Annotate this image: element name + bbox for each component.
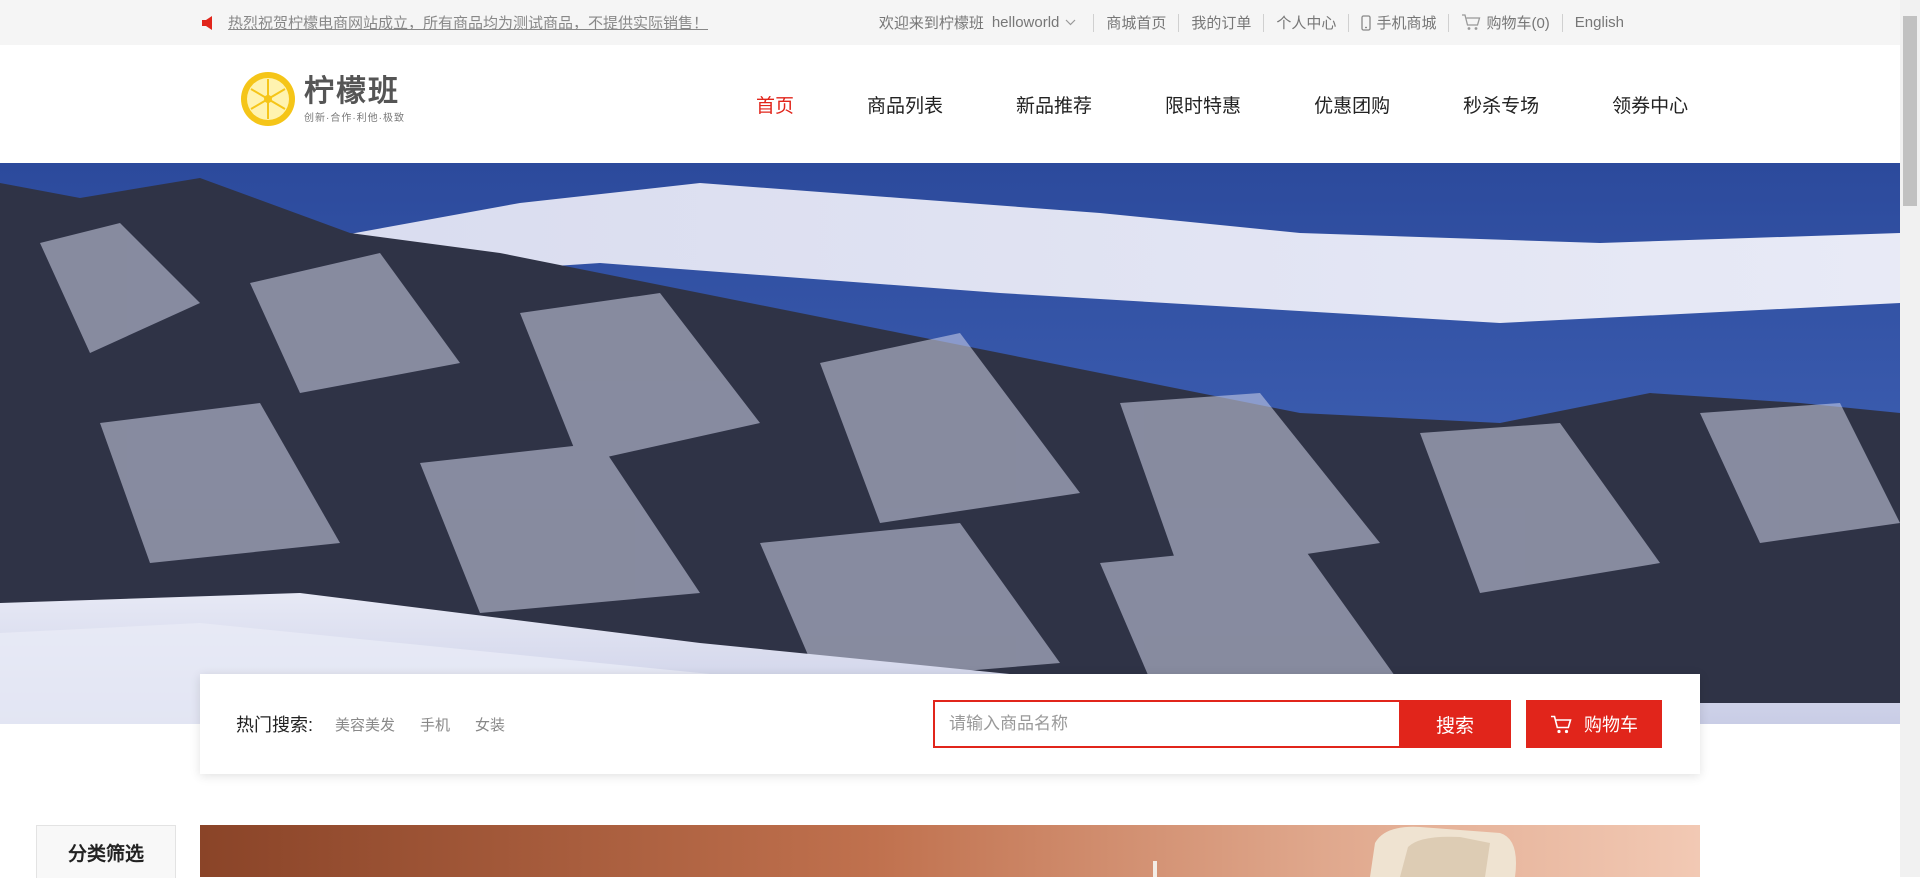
phone-icon: [1361, 14, 1372, 31]
top-link-english[interactable]: English: [1561, 13, 1636, 32]
notice: 热烈祝贺柠檬电商网站成立，所有商品均为测试商品，不提供实际销售！: [200, 0, 708, 45]
top-link-mobile-label: 手机商城: [1376, 15, 1437, 32]
nav-item-seckill[interactable]: 秒杀专场: [1463, 91, 1539, 118]
nav-item-product-list[interactable]: 商品列表: [867, 91, 943, 118]
hot-keyword[interactable]: 手机: [420, 714, 450, 735]
header: 柠檬班 创新·合作·利他·极致 首页 商品列表 新品推荐 限时特惠 优惠团购 秒…: [0, 45, 1900, 163]
nav-item-home[interactable]: 首页: [756, 91, 794, 118]
top-link-mobile[interactable]: 手机商城: [1348, 13, 1448, 32]
username[interactable]: helloworld: [992, 14, 1060, 31]
welcome-user[interactable]: 欢迎来到柠檬班 helloworld: [867, 14, 1094, 32]
logo-name: 柠檬班: [304, 74, 400, 108]
cart-icon: [1462, 14, 1481, 30]
top-link-profile[interactable]: 个人中心: [1263, 13, 1348, 32]
top-link-english-label: English: [1574, 14, 1624, 31]
top-link-home-label: 商城首页: [1106, 15, 1167, 32]
speaker-icon: [202, 15, 212, 30]
search-button[interactable]: 搜索: [1399, 700, 1511, 748]
top-link-cart[interactable]: 购物车(0): [1448, 13, 1561, 32]
category-filter[interactable]: 分类筛选: [36, 825, 176, 878]
top-link-orders[interactable]: 我的订单: [1178, 13, 1263, 32]
nav-item-new-products[interactable]: 新品推荐: [1016, 91, 1092, 118]
top-link-home[interactable]: 商城首页: [1093, 13, 1178, 32]
top-links: 欢迎来到柠檬班 helloworld 商城首页 我的订单 个人中心 手机商城 购…: [867, 0, 1636, 45]
banner-image: [0, 163, 1900, 724]
cart-button[interactable]: 购物车: [1526, 700, 1662, 748]
lemon-logo-icon: [241, 72, 295, 126]
hot-search: 热门搜索: 美容美发 手机 女装: [236, 674, 530, 774]
notice-link[interactable]: 热烈祝贺柠檬电商网站成立，所有商品均为测试商品，不提供实际销售！: [228, 12, 708, 33]
nav-item-flash-deals[interactable]: 限时特惠: [1165, 91, 1241, 118]
main-nav: 首页 商品列表 新品推荐 限时特惠 优惠团购 秒杀专场 领券中心: [756, 45, 1688, 163]
promo-banner[interactable]: [200, 825, 1700, 877]
hero-banner[interactable]: [0, 163, 1900, 724]
search-input[interactable]: [933, 700, 1399, 748]
top-link-orders-label: 我的订单: [1191, 15, 1252, 32]
cart-button-label: 购物车: [1584, 715, 1638, 735]
chevron-down-icon: [1065, 19, 1076, 26]
scrollbar[interactable]: [1900, 0, 1920, 877]
top-link-profile-label: 个人中心: [1276, 15, 1337, 32]
hot-keyword[interactable]: 美容美发: [335, 714, 395, 735]
search-panel: 热门搜索: 美容美发 手机 女装 搜索 购物车: [200, 674, 1700, 774]
promo-image: [200, 825, 1700, 877]
scrollbar-thumb[interactable]: [1903, 16, 1917, 206]
hot-keyword[interactable]: 女装: [475, 714, 505, 735]
nav-item-coupon-center[interactable]: 领券中心: [1612, 91, 1688, 118]
welcome-text: 欢迎来到柠檬班: [878, 15, 984, 32]
cart-icon: [1551, 715, 1572, 733]
hot-search-label: 热门搜索:: [236, 715, 314, 735]
top-bar: 热烈祝贺柠檬电商网站成立，所有商品均为测试商品，不提供实际销售！ 欢迎来到柠檬班…: [0, 0, 1900, 45]
nav-item-group-buy[interactable]: 优惠团购: [1314, 91, 1390, 118]
logo-slogan: 创新·合作·利他·极致: [304, 112, 405, 124]
top-link-cart-label: 购物车(0): [1486, 15, 1550, 32]
logo[interactable]: 柠檬班 创新·合作·利他·极致: [240, 71, 405, 127]
search-form: 搜索: [933, 700, 1511, 748]
